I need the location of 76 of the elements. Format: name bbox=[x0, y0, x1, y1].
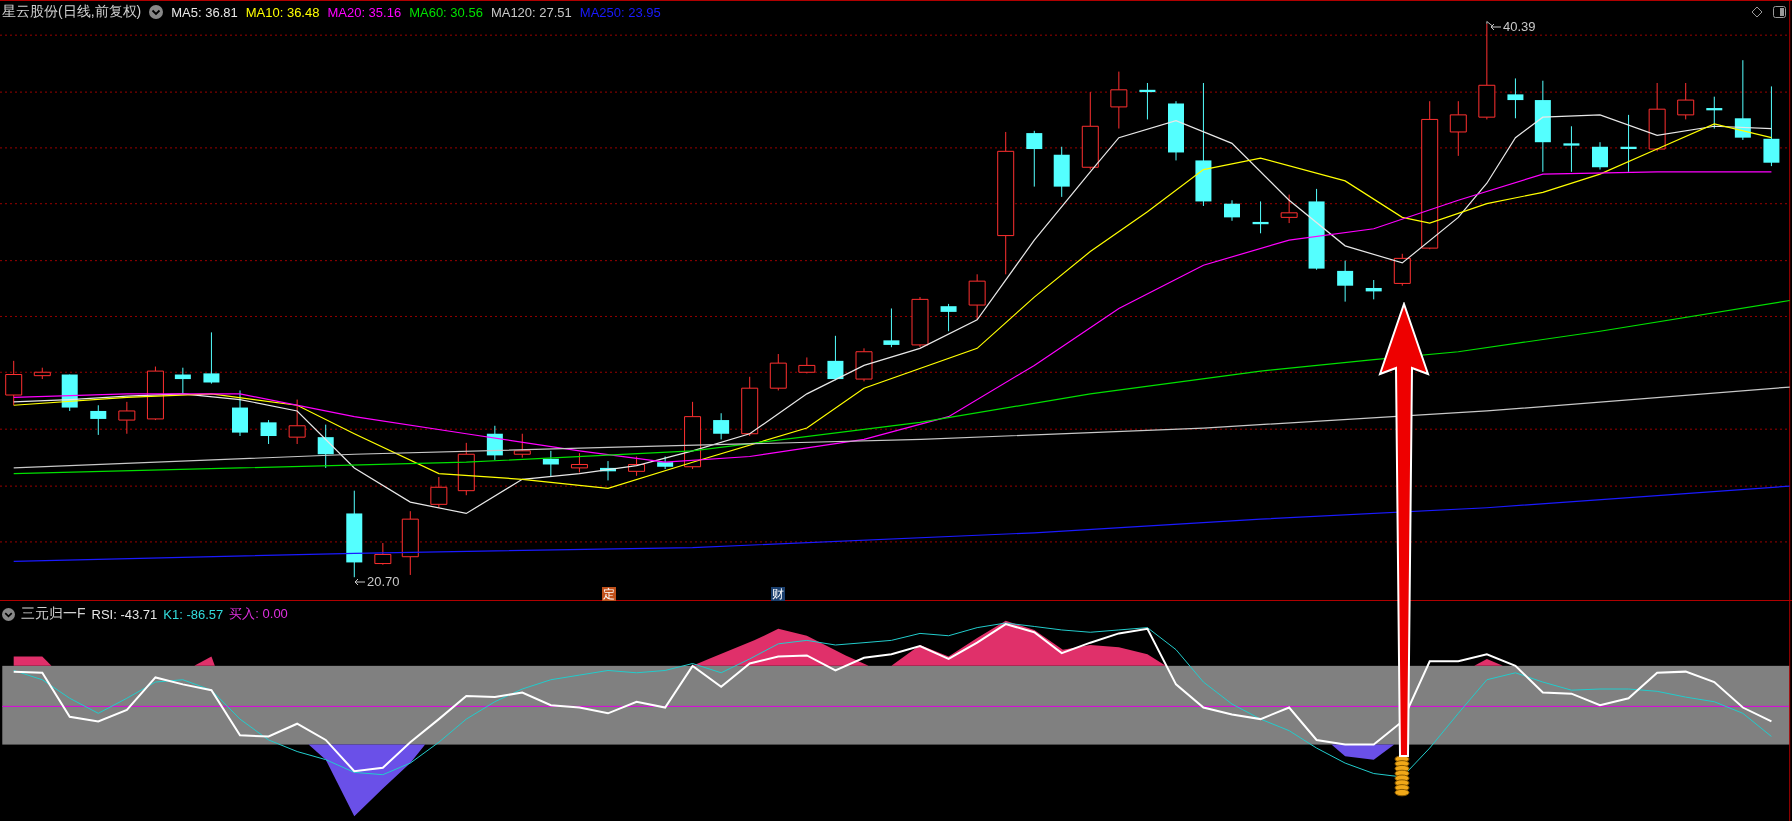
candlestick bbox=[1706, 96, 1723, 130]
candlestick bbox=[1280, 194, 1298, 224]
candlestick bbox=[911, 296, 929, 348]
candlestick bbox=[1393, 253, 1411, 287]
candlestick bbox=[798, 356, 816, 374]
candlestick bbox=[628, 456, 646, 477]
candlestick bbox=[374, 542, 392, 566]
candlestick bbox=[1252, 200, 1269, 234]
dropdown-icon[interactable] bbox=[2, 607, 15, 621]
candlestick bbox=[741, 376, 759, 437]
price-label: 40.39 bbox=[1503, 19, 1536, 34]
candlestick bbox=[1110, 71, 1128, 130]
candlestick bbox=[288, 399, 306, 445]
candlestick bbox=[401, 510, 419, 576]
candlestick bbox=[1026, 130, 1043, 188]
candlestick bbox=[1053, 146, 1070, 198]
candlestick bbox=[542, 450, 559, 478]
indicator-title: 三元归一F bbox=[21, 605, 86, 623]
candlestick bbox=[61, 374, 78, 412]
candlestick bbox=[1449, 100, 1467, 157]
indicator-value: 买入: 0.00 bbox=[229, 605, 288, 623]
candlestick bbox=[1507, 77, 1524, 119]
candlestick bbox=[232, 389, 248, 437]
candlestick bbox=[855, 347, 873, 382]
moving-average-value: MA60: 30.56 bbox=[409, 4, 483, 20]
candlestick bbox=[570, 452, 588, 473]
candlestick bbox=[769, 353, 787, 391]
leader-arrow-icon bbox=[354, 577, 366, 586]
candlestick bbox=[203, 331, 220, 385]
candlestick bbox=[1365, 279, 1382, 300]
candlestick bbox=[1563, 125, 1580, 173]
candlestick bbox=[118, 401, 136, 435]
candlestick bbox=[174, 367, 191, 395]
candlestick bbox=[1592, 141, 1608, 171]
candlestick bbox=[600, 460, 616, 481]
candlestick bbox=[1337, 260, 1354, 303]
price-label: 20.70 bbox=[367, 574, 400, 589]
moving-average-value: MA10: 36.48 bbox=[245, 4, 320, 20]
candlestick bbox=[827, 335, 844, 381]
candlestick bbox=[968, 273, 986, 321]
candlestick bbox=[513, 433, 531, 459]
moving-average-value: MA20: 35.16 bbox=[327, 4, 402, 20]
candlestick bbox=[1139, 82, 1156, 120]
candlestick bbox=[430, 476, 448, 509]
panel-toggle-icon[interactable] bbox=[1773, 6, 1786, 18]
leader-line bbox=[1486, 21, 1494, 27]
dropdown-icon[interactable] bbox=[149, 5, 164, 19]
candlestick bbox=[713, 412, 730, 440]
candlestick bbox=[90, 404, 107, 436]
candlestick bbox=[940, 303, 957, 332]
event-marker[interactable]: 财 bbox=[771, 587, 785, 601]
candlestick bbox=[883, 307, 900, 348]
candlestick bbox=[1648, 82, 1666, 152]
event-marker[interactable]: 定 bbox=[602, 587, 616, 601]
stock-title: 星云股份(日线,前复权) bbox=[2, 3, 142, 21]
candlestick bbox=[33, 367, 51, 380]
diamond-icon[interactable] bbox=[1751, 6, 1763, 18]
candlestick bbox=[1224, 199, 1240, 222]
leader-arrow-icon bbox=[1490, 22, 1502, 31]
candlestick bbox=[457, 442, 475, 496]
moving-average-value: MA250: 23.95 bbox=[579, 4, 661, 20]
coin-stack-icon bbox=[1394, 755, 1410, 797]
candlestick bbox=[5, 360, 23, 406]
indicator-value: K1: -86.57 bbox=[163, 606, 224, 622]
moving-average-value: MA5: 36.81 bbox=[171, 4, 238, 20]
candlestick bbox=[260, 419, 277, 445]
candlestick bbox=[1620, 114, 1637, 173]
candlestick bbox=[1168, 100, 1184, 161]
candlestick bbox=[317, 424, 334, 469]
candlestick bbox=[1677, 82, 1695, 120]
moving-average-value: MA120: 27.51 bbox=[490, 4, 572, 20]
candlestick bbox=[657, 456, 674, 470]
indicator-value: RSI: -43.71 bbox=[91, 606, 158, 622]
candlestick bbox=[684, 401, 702, 470]
candlestick bbox=[486, 425, 503, 461]
candlestick bbox=[146, 366, 164, 421]
